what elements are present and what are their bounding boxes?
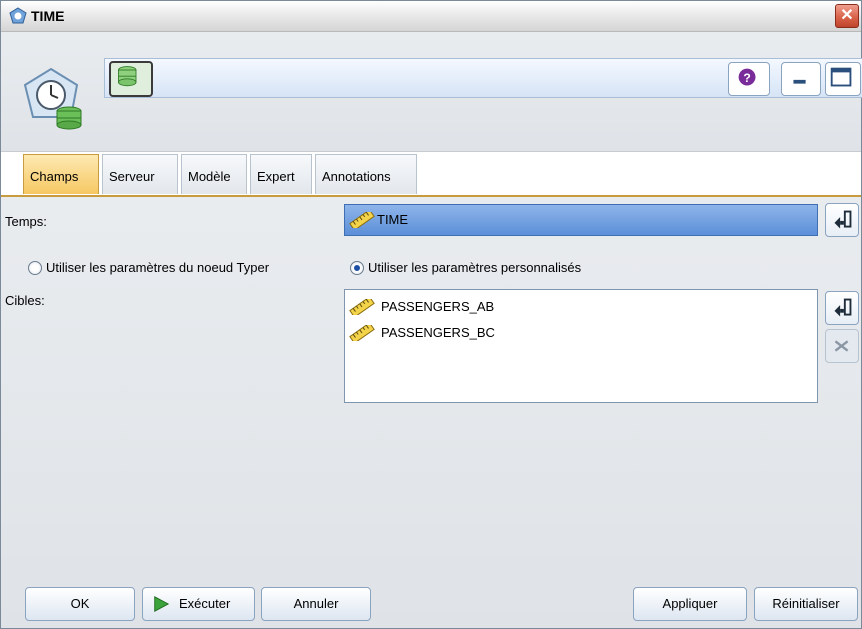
minimize-button[interactable] [781, 62, 821, 96]
svg-text:?: ? [743, 71, 750, 85]
tab-expert[interactable]: Expert [250, 154, 312, 194]
field-picker-icon [834, 298, 852, 317]
targets-delete-button[interactable] [825, 329, 859, 363]
close-button[interactable]: ✕ [835, 4, 859, 28]
node-time-icon [23, 67, 82, 130]
run-button[interactable]: Exécuter [142, 587, 255, 621]
time-field-value: TIME [377, 212, 409, 227]
cancel-button[interactable]: Annuler [261, 587, 371, 621]
reset-button[interactable]: Réinitialiser [754, 587, 858, 621]
window-title: TIME [31, 8, 65, 24]
radio-custom-label: Utiliser les paramètres personnalisés [368, 260, 582, 275]
target-label: PASSENGERS_AB [381, 299, 495, 314]
ruler-icon [349, 299, 375, 315]
targets-list[interactable]: PASSENGERS_AB PASSENGERS_BC [344, 289, 818, 403]
run-button-label: Exécuter [179, 596, 231, 611]
tab-serveur[interactable]: Serveur [102, 154, 178, 194]
time-field[interactable]: TIME [344, 204, 818, 236]
play-icon [154, 596, 170, 612]
targets-picker-button[interactable] [825, 291, 859, 325]
field-picker-icon [834, 210, 852, 229]
database-button[interactable] [109, 61, 153, 97]
radio-custom[interactable] [350, 261, 364, 275]
dialog-window: TIME ✕ ? Champs Serveur Modèle Expert An… [0, 0, 862, 629]
ruler-icon [349, 212, 375, 228]
database-icon [118, 66, 137, 87]
close-icon: ✕ [840, 7, 854, 24]
ruler-icon [349, 325, 375, 341]
minimize-icon [793, 79, 806, 84]
toolbar-strip: ? [104, 58, 862, 98]
target-label: PASSENGERS_BC [381, 325, 495, 340]
tab-champs[interactable]: Champs [23, 154, 99, 194]
maximize-icon [830, 67, 852, 87]
time-field-picker-button[interactable] [825, 203, 859, 237]
help-button[interactable]: ? [728, 62, 770, 96]
maximize-button[interactable] [825, 62, 861, 96]
help-icon: ? [738, 68, 756, 86]
radio-type-node[interactable] [28, 261, 42, 275]
tab-annotations[interactable]: Annotations [315, 154, 417, 194]
tab-modele[interactable]: Modèle [181, 154, 247, 194]
ok-button[interactable]: OK [25, 587, 135, 621]
targets-label: Cibles: [5, 293, 45, 308]
time-label: Temps: [5, 214, 47, 229]
header-area: ? [1, 32, 862, 152]
time-node-icon [9, 7, 27, 24]
delete-icon [834, 340, 849, 352]
title-bar: TIME ✕ [1, 1, 861, 32]
radio-type-node-label: Utiliser les paramètres du noeud Typer [46, 260, 270, 275]
apply-button[interactable]: Appliquer [633, 587, 747, 621]
